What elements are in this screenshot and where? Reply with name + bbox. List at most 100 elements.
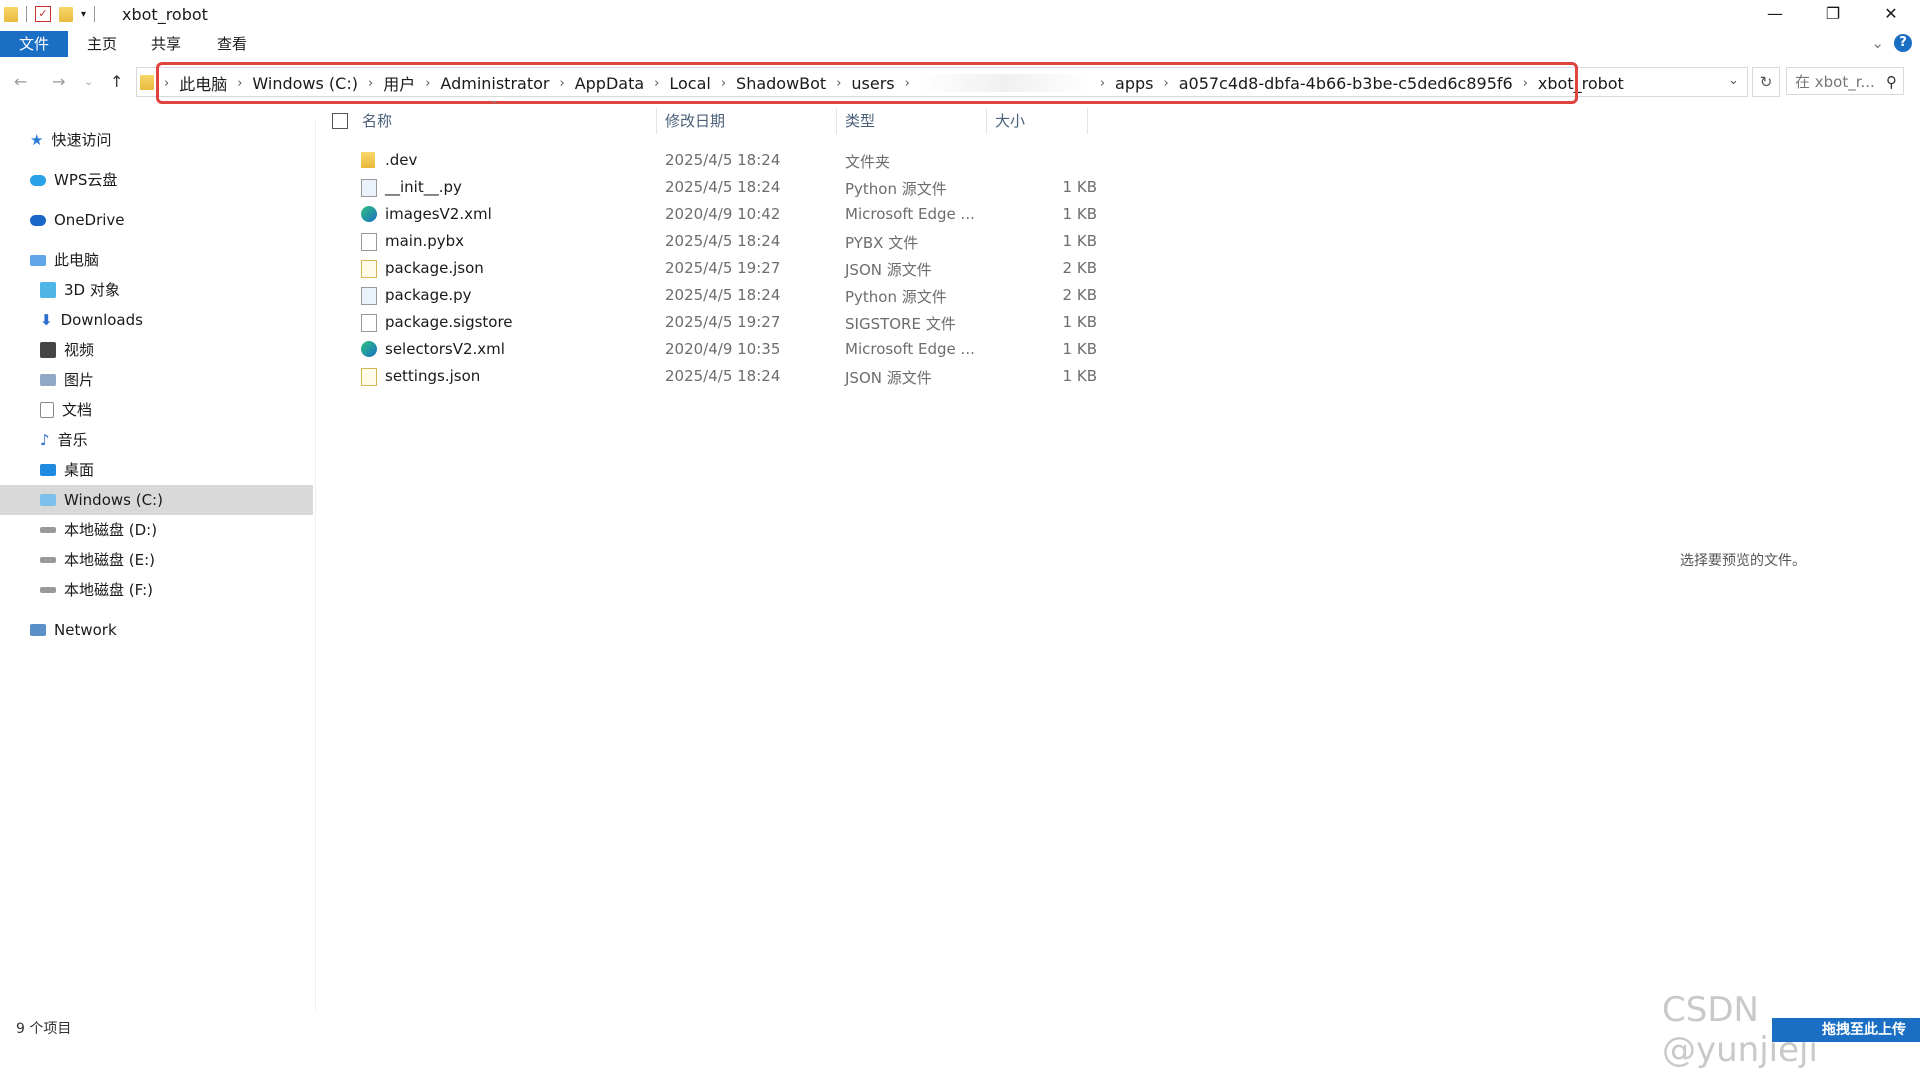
- nav-network[interactable]: Network: [30, 618, 117, 642]
- close-button[interactable]: ✕: [1862, 0, 1920, 30]
- file-type: Python 源文件: [845, 180, 947, 198]
- file-row[interactable]: imagesV2.xml 2020/4/9 10:42 Microsoft Ed…: [355, 201, 1097, 228]
- nav-label: WPS云盘: [54, 171, 118, 189]
- file-row[interactable]: settings.json 2025/4/5 18:24 JSON 源文件 1 …: [355, 363, 1097, 390]
- nav-onedrive[interactable]: OneDrive: [30, 208, 125, 232]
- file-date: 2020/4/9 10:42: [665, 205, 781, 223]
- nav-quick-access[interactable]: ★ 快速访问: [30, 128, 111, 152]
- nav-drive-f[interactable]: 本地磁盘 (F:): [40, 578, 153, 602]
- nav-music[interactable]: ♪ 音乐: [40, 428, 88, 452]
- nav-wps-cloud[interactable]: WPS云盘: [30, 168, 117, 192]
- file-type: Microsoft Edge ...: [845, 205, 975, 223]
- window-controls: — ❐ ✕: [1746, 0, 1920, 30]
- network-icon: [30, 624, 46, 636]
- nav-downloads[interactable]: ⬇ Downloads: [40, 308, 143, 332]
- column-header-name[interactable]: 名称: [362, 109, 392, 133]
- new-folder-icon[interactable]: [59, 6, 73, 22]
- tab-home[interactable]: 主页: [80, 31, 124, 57]
- column-divider[interactable]: [986, 108, 987, 134]
- upload-drop-button[interactable]: 拖拽至此上传: [1772, 1018, 1920, 1042]
- edge-icon: [361, 341, 377, 357]
- file-date: 2025/4/5 18:24: [665, 367, 781, 385]
- column-divider[interactable]: [1087, 108, 1088, 134]
- status-item-count: 9 个项目: [16, 1021, 72, 1037]
- nav-3d-objects[interactable]: 3D 对象: [40, 278, 120, 302]
- drive-icon: [40, 587, 56, 593]
- file-name: package.py: [385, 286, 472, 304]
- nav-pictures[interactable]: 图片: [40, 368, 94, 392]
- address-dropdown-icon[interactable]: ⌄: [1728, 73, 1739, 88]
- tab-view[interactable]: 查看: [210, 31, 254, 57]
- forward-button[interactable]: →: [52, 72, 65, 91]
- file-row[interactable]: main.pybx 2025/4/5 18:24 PYBX 文件 1 KB: [355, 228, 1097, 255]
- select-all-checkbox[interactable]: [332, 113, 348, 129]
- picture-icon: [40, 374, 56, 386]
- computer-icon: [30, 254, 46, 266]
- up-button[interactable]: ↑: [110, 72, 123, 91]
- properties-icon[interactable]: ✓: [35, 6, 51, 22]
- pane-divider[interactable]: [315, 120, 316, 1010]
- sort-ascending-icon: ^: [490, 100, 499, 111]
- file-name: main.pybx: [385, 232, 465, 250]
- column-divider[interactable]: [836, 108, 837, 134]
- music-icon: ♪: [40, 431, 50, 449]
- column-header-size[interactable]: 大小: [995, 109, 1025, 133]
- search-placeholder: 在 xbot_r...: [1795, 73, 1875, 91]
- ribbon: 文件 主页 共享 查看 ⌄ ?: [0, 31, 1920, 57]
- file-row[interactable]: __init__.py 2025/4/5 18:24 Python 源文件 1 …: [355, 174, 1097, 201]
- nav-drive-d[interactable]: 本地磁盘 (D:): [40, 518, 157, 542]
- highlight-box: [156, 62, 1578, 104]
- nav-label: OneDrive: [54, 211, 125, 229]
- file-row[interactable]: .dev 2025/4/5 18:24 文件夹: [355, 147, 1090, 174]
- divider: [26, 6, 27, 22]
- desktop-icon: [40, 464, 56, 476]
- chevron-down-icon[interactable]: ⌄: [1871, 34, 1884, 52]
- search-icon: ⚲: [1886, 73, 1897, 91]
- quick-access-toolbar: ✓ ▾: [4, 6, 96, 22]
- file-row[interactable]: package.sigstore 2025/4/5 19:27 SIGSTORE…: [355, 309, 1097, 336]
- nav-videos[interactable]: 视频: [40, 338, 94, 362]
- file-size: 1 KB: [1062, 205, 1097, 223]
- document-icon: [40, 402, 54, 418]
- nav-desktop[interactable]: 桌面: [40, 458, 94, 482]
- tab-share[interactable]: 共享: [144, 31, 188, 57]
- nav-documents[interactable]: 文档: [40, 398, 92, 422]
- upload-label: 拖拽至此上传: [1822, 1022, 1906, 1038]
- nav-label: Network: [54, 621, 117, 639]
- file-size: 1 KB: [1062, 367, 1097, 385]
- recent-locations-icon[interactable]: ⌄: [84, 75, 93, 88]
- help-icon[interactable]: ?: [1894, 34, 1912, 52]
- chevron-down-icon[interactable]: ▾: [81, 9, 86, 20]
- column-header-type[interactable]: 类型: [845, 109, 875, 133]
- nav-windows-c[interactable]: Windows (C:): [0, 485, 313, 515]
- json-file-icon: [361, 368, 377, 386]
- edge-icon: [361, 206, 377, 222]
- cube-icon: [40, 282, 56, 298]
- drive-icon: [40, 527, 56, 533]
- file-size: 2 KB: [1062, 286, 1097, 304]
- nav-label: 文档: [62, 401, 93, 419]
- column-header-date[interactable]: 修改日期: [665, 109, 725, 133]
- search-input[interactable]: 在 xbot_r... ⚲: [1786, 67, 1904, 95]
- file-type: PYBX 文件: [845, 234, 919, 252]
- file-date: 2025/4/5 18:24: [665, 286, 781, 304]
- file-type: JSON 源文件: [845, 261, 932, 279]
- back-button[interactable]: ←: [14, 72, 27, 91]
- nav-this-pc[interactable]: 此电脑: [30, 248, 99, 272]
- nav-label: 本地磁盘 (D:): [64, 521, 158, 539]
- tab-file[interactable]: 文件: [0, 31, 68, 57]
- minimize-button[interactable]: —: [1746, 0, 1804, 30]
- nav-label: Windows (C:): [64, 491, 163, 509]
- file-row[interactable]: package.json 2025/4/5 19:27 JSON 源文件 2 K…: [355, 255, 1097, 282]
- maximize-button[interactable]: ❐: [1804, 0, 1862, 30]
- nav-drive-e[interactable]: 本地磁盘 (E:): [40, 548, 155, 572]
- refresh-button[interactable]: ↻: [1752, 67, 1780, 97]
- file-row[interactable]: package.py 2025/4/5 18:24 Python 源文件 2 K…: [355, 282, 1097, 309]
- nav-label: 此电脑: [54, 251, 100, 269]
- file-type: SIGSTORE 文件: [845, 315, 956, 333]
- navigation-pane: ★ 快速访问 WPS云盘 OneDrive 此电脑 3D 对象 ⬇ Download…: [0, 120, 313, 1010]
- file-size: 1 KB: [1062, 232, 1097, 250]
- divider: [94, 6, 96, 22]
- column-divider[interactable]: [656, 108, 657, 134]
- file-row[interactable]: selectorsV2.xml 2020/4/9 10:35 Microsoft…: [355, 336, 1097, 363]
